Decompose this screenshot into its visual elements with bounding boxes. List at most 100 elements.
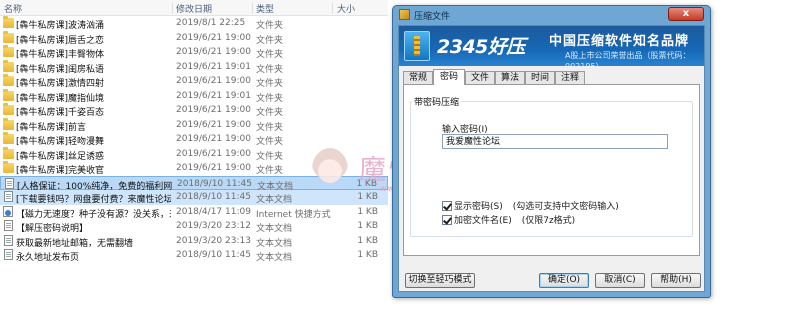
file-size: 1 KB <box>357 221 378 231</box>
easy-mode-button[interactable]: 切换至轻巧模式 <box>405 273 475 288</box>
doc-icon <box>4 220 13 231</box>
file-date: 2019/6/21 19:00 <box>176 32 251 43</box>
column-date[interactable]: 修改日期 <box>176 2 212 15</box>
cancel-button[interactable]: 取消(C) <box>595 273 645 288</box>
file-date: 2019/6/21 19:00 <box>176 163 251 173</box>
file-type: 文件夹 <box>256 93 284 104</box>
file-name: 【磁力无速度？种子没有源？没关系，来… <box>16 209 171 220</box>
folder-icon <box>3 88 14 101</box>
dialog-titlebar[interactable]: 压缩文件 x <box>393 6 710 23</box>
file-type: 文件夹 <box>256 122 284 133</box>
tab-files[interactable]: 文件 <box>465 71 495 85</box>
file-date: 2019/3/20 23:12 <box>176 221 251 231</box>
folder-icon <box>3 132 14 144</box>
file-type: Internet 快捷方式 <box>256 209 331 220</box>
file-row[interactable]: 获取最新地址邮箱，无需翻墙 2019/3/20 23:13 文本文档 1 KB <box>0 234 388 249</box>
show-password-checkbox[interactable] <box>442 200 452 211</box>
tab-algorithm[interactable]: 算法 <box>495 71 525 85</box>
dialog-title: 压缩文件 <box>414 12 451 22</box>
file-row[interactable]: 【解压密码说明】 2019/3/20 23:12 文本文档 1 KB <box>0 219 388 234</box>
doc-icon <box>5 177 14 189</box>
tab-general[interactable]: 常规 <box>403 71 433 85</box>
file-row[interactable]: [犇牛私房课]丝足诱惑 2019/6/21 19:00 文件夹 <box>0 146 388 162</box>
file-name: [犇牛私房课]轻吻漫舞 <box>16 137 105 147</box>
column-size[interactable]: 大小 <box>337 2 355 15</box>
column-header: 名称 修改日期 类型 大小 <box>0 0 388 16</box>
file-type: 文件夹 <box>256 137 284 147</box>
file-row[interactable]: [犇牛私房课]丰臀物体 2019/6/21 19:00 文件夹 <box>0 45 388 60</box>
file-size: 1 KB <box>357 235 378 246</box>
file-type: 文本文档 <box>256 253 293 263</box>
folder-icon <box>3 59 14 72</box>
password-input[interactable]: 我爱魔性论坛 <box>442 134 668 149</box>
close-button[interactable]: x <box>668 7 704 21</box>
file-row[interactable]: [犇牛私房课]前言 2019/6/21 19:00 文件夹 <box>0 117 388 133</box>
file-date: 2019/6/21 19:00 <box>176 119 251 130</box>
column-name[interactable]: 名称 <box>4 2 22 15</box>
encrypt-names-checkbox[interactable] <box>442 214 452 225</box>
file-date: 2019/6/21 19:00 <box>176 134 251 144</box>
file-date: 2019/6/21 19:01 <box>176 90 251 101</box>
folder-icon <box>3 117 14 130</box>
file-row[interactable]: [犇牛私房课]波涛汹涌 2019/8/1 22:25 文件夹 <box>0 16 388 31</box>
column-type[interactable]: 类型 <box>256 2 274 15</box>
file-name: [犇牛私房课]闺房私语 <box>16 64 105 75</box>
brand-subline: A股上市公司荣誉出品（股票代码：002195） <box>565 51 691 66</box>
file-row[interactable]: [犇牛私房课]轻吻漫舞 2019/6/21 19:00 文件夹 <box>0 132 388 147</box>
file-type: 文本文档 <box>256 238 293 249</box>
folder-icon <box>3 74 14 86</box>
file-type: 文件夹 <box>256 35 284 46</box>
file-name: [犇牛私房课]完美收官 <box>16 166 105 176</box>
column-divider[interactable] <box>172 2 173 14</box>
file-type: 文本文档 <box>256 195 293 205</box>
encrypt-names-note: (仅限7z格式) <box>521 216 576 226</box>
file-row[interactable]: 永久地址发布页 2018/9/10 11:45 文本文档 1 KB <box>0 248 388 263</box>
file-size: 1 KB <box>357 192 378 202</box>
file-row[interactable]: [犇牛私房课]千姿百态 2019/6/21 19:00 文件夹 <box>0 103 388 118</box>
file-row[interactable]: [犇牛私房课]唇舌之恋 2019/6/21 19:00 文件夹 <box>0 30 388 46</box>
folder-icon <box>3 146 14 159</box>
file-date: 2019/6/21 19:01 <box>176 61 251 72</box>
compress-dialog: 压缩文件 x 2345好压 中国压缩软件知名品牌 A股上市公司荣誉出品（股票代码… <box>392 5 711 298</box>
file-row[interactable]: [下载要钱吗？网盘要付费？来魔性论坛… 2018/9/10 11:45 文本文档 1 … <box>0 190 388 205</box>
group-title: 带密码压缩 <box>412 95 462 108</box>
folder-icon <box>3 103 14 115</box>
file-name: [犇牛私房课]魔指仙境 <box>16 93 105 104</box>
file-name: 【解压密码说明】 <box>16 224 89 234</box>
column-divider[interactable] <box>252 2 253 14</box>
file-size: 1 KB <box>357 206 378 217</box>
file-type: 文件夹 <box>256 64 284 75</box>
close-icon: x <box>682 8 690 19</box>
file-row[interactable]: [犇牛私房课]魔指仙境 2019/6/21 19:01 文件夹 <box>0 88 388 104</box>
show-password-label: 显示密码(S) <box>454 202 503 212</box>
file-date: 2018/9/10 11:45 <box>176 192 251 202</box>
ok-button[interactable]: 确定(O) <box>539 273 589 288</box>
password-panel: 带密码压缩 输入密码(I) 我爱魔性论坛 显示密码(S) (勾选可支持中文密码输入… <box>403 84 700 256</box>
file-row[interactable]: [犇牛私房课]激情四射 2019/6/21 19:00 文件夹 <box>0 74 388 89</box>
file-date: 2019/3/20 23:13 <box>176 235 251 246</box>
file-name: [犇牛私房课]丰臀物体 <box>16 50 105 60</box>
help-button[interactable]: 帮助(H) <box>651 273 701 288</box>
doc-icon <box>4 191 13 202</box>
file-date: 2019/6/21 19:00 <box>176 76 251 86</box>
tab-password[interactable]: 密码 <box>433 69 465 85</box>
file-row[interactable]: [犇牛私房课]完美收官 2019/6/21 19:00 文件夹 <box>0 161 388 176</box>
folder-icon <box>3 16 14 28</box>
file-name: [犇牛私房课]激情四射 <box>16 79 105 89</box>
file-row[interactable]: [犇牛私房课]闺房私语 2019/6/21 19:01 文件夹 <box>0 59 388 75</box>
file-row[interactable]: [人格保证：100%纯净，免费的福利网站…2018/9/10 11:45文本文档… <box>0 175 388 192</box>
file-date: 2018/9/10 11:45 <box>177 178 252 189</box>
tab-comment[interactable]: 注释 <box>555 71 585 85</box>
show-password-option[interactable]: 显示密码(S) (勾选可支持中文密码输入) <box>442 199 619 212</box>
haozip-app-icon <box>399 9 410 20</box>
file-date: 2018/9/10 11:45 <box>176 250 251 260</box>
file-name: 获取最新地址邮箱，无需翻墙 <box>16 238 134 249</box>
file-type: 文件夹 <box>256 166 284 176</box>
file-date: 2019/8/1 22:25 <box>176 18 246 28</box>
encrypt-names-option[interactable]: 加密文件名(E) (仅限7z格式) <box>442 213 576 226</box>
brand-banner: 2345好压 中国压缩软件知名品牌 A股上市公司荣誉出品（股票代码：002195… <box>399 26 704 66</box>
tab-time[interactable]: 时间 <box>525 71 555 85</box>
file-type: 文件夹 <box>256 151 284 162</box>
file-row[interactable]: 【磁力无速度？种子没有源？没关系，来… 2018/4/17 11:09 Intern… <box>0 205 388 220</box>
column-divider[interactable] <box>332 2 333 14</box>
